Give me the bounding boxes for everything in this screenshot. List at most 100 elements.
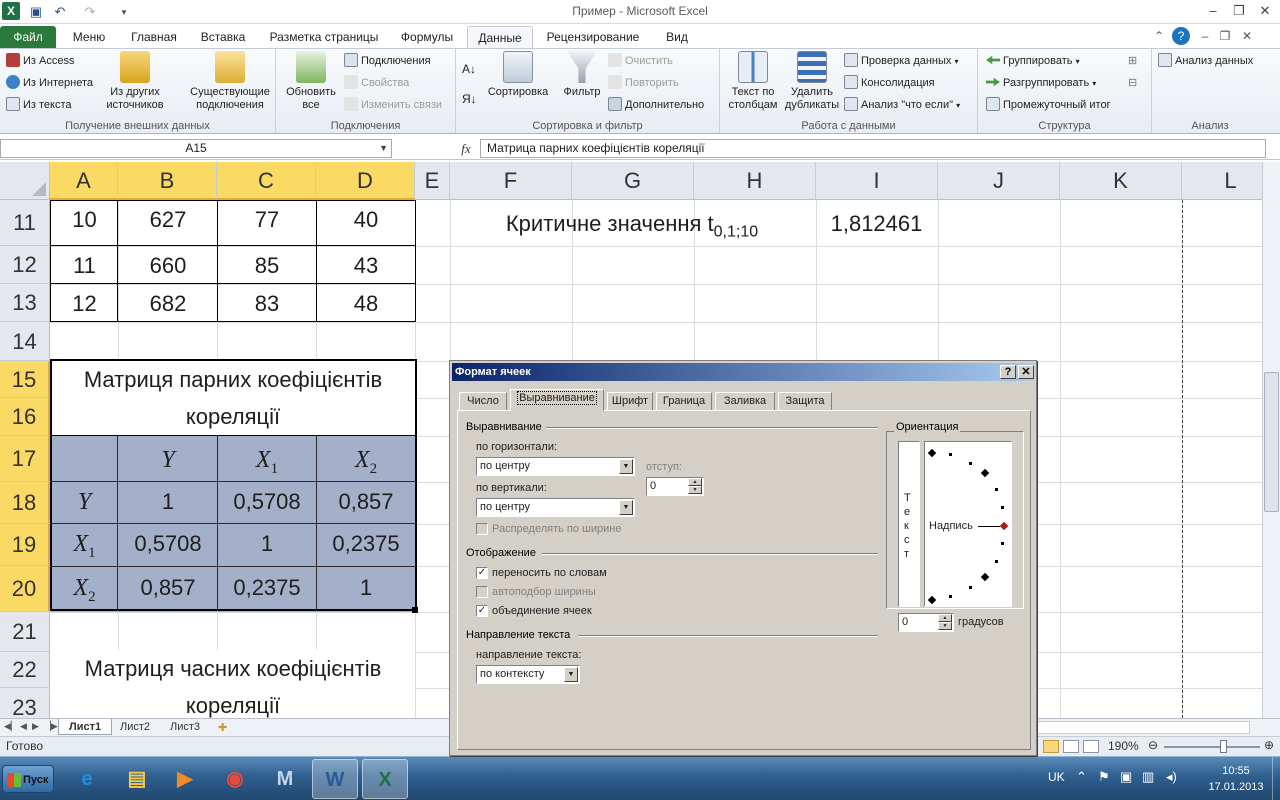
sheet-tab-list3[interactable]: Лист3: [160, 719, 210, 735]
normal-view-icon[interactable]: [1043, 740, 1059, 753]
cell-b13[interactable]: 682: [119, 284, 217, 324]
column-header[interactable]: C: [217, 162, 316, 200]
excel-icon[interactable]: X: [362, 759, 408, 799]
fill-handle[interactable]: [412, 607, 418, 613]
formula-input[interactable]: Матрица парних коефіцієнтів кореляції: [480, 139, 1266, 158]
tab-protection[interactable]: Защита: [778, 392, 832, 411]
matrix-cell[interactable]: 1: [119, 482, 217, 522]
cell-d11[interactable]: 40: [317, 200, 415, 240]
ribbon-collapse-icon[interactable]: ⌃: [1150, 27, 1168, 45]
row-header[interactable]: 12: [0, 246, 50, 284]
spin-down-icon[interactable]: ▼: [938, 622, 952, 630]
hide-detail-icon[interactable]: ⊟: [1128, 73, 1137, 93]
ungroup-button[interactable]: Разгруппировать ▾: [986, 73, 1096, 93]
row-header[interactable]: 21: [0, 612, 50, 652]
distributed-checkbox[interactable]: [476, 523, 488, 535]
connections-button[interactable]: Подключения: [344, 51, 431, 71]
chevron-down-icon[interactable]: ▼: [379, 140, 388, 157]
row-header[interactable]: 13: [0, 284, 50, 322]
clock[interactable]: 10:55 17.01.2013: [1204, 763, 1268, 795]
cell-a22-merged[interactable]: Матриця часних коефіцієнтів кореляції: [51, 650, 415, 718]
matrix-row-label-x1[interactable]: X1: [51, 524, 118, 564]
word-icon[interactable]: W: [312, 759, 358, 799]
horizontal-scrollbar[interactable]: [1036, 721, 1250, 734]
column-header[interactable]: I: [816, 162, 938, 200]
refresh-all-button[interactable]: Обновить все: [280, 51, 342, 112]
column-header[interactable]: H: [694, 162, 816, 200]
prev-sheet-icon[interactable]: ◀: [20, 721, 27, 732]
column-header[interactable]: E: [415, 162, 450, 200]
tab-page-layout[interactable]: Разметка страницы: [262, 26, 386, 48]
column-header[interactable]: B: [118, 162, 217, 200]
start-button[interactable]: Пуск: [2, 765, 54, 793]
wb-restore-icon[interactable]: ❐: [1216, 27, 1234, 45]
restore-button[interactable]: ❐: [1226, 0, 1252, 22]
edit-links-button[interactable]: Изменить связи: [344, 95, 442, 115]
cell-c12[interactable]: 85: [218, 246, 316, 286]
reapply-button[interactable]: Повторить: [608, 73, 679, 93]
show-detail-icon[interactable]: ⊞: [1128, 51, 1137, 71]
row-header[interactable]: 20: [0, 566, 50, 612]
column-header[interactable]: F: [450, 162, 572, 200]
volume-icon[interactable]: ◂): [1166, 769, 1177, 785]
cell-a15-merged[interactable]: Матриця парних коефіцієнтів кореляції: [51, 361, 415, 435]
other-sources-button[interactable]: Из других источников: [102, 51, 168, 112]
tab-data[interactable]: Данные: [467, 26, 533, 48]
zoom-level[interactable]: 190%: [1108, 739, 1139, 753]
cell-d12[interactable]: 43: [317, 246, 415, 286]
row-header[interactable]: 22: [0, 652, 50, 688]
minimize-button[interactable]: –: [1200, 0, 1226, 22]
first-sheet-icon[interactable]: ◀▏: [4, 721, 18, 732]
column-header[interactable]: D: [316, 162, 415, 200]
row-header[interactable]: 16: [0, 398, 50, 436]
tab-font[interactable]: Шрифт: [607, 392, 653, 411]
zoom-out-icon[interactable]: ⊖: [1148, 738, 1158, 752]
spin-down-icon[interactable]: ▼: [688, 486, 702, 494]
help-icon[interactable]: ?: [1172, 27, 1190, 45]
tab-alignment[interactable]: Выравнивание: [510, 389, 604, 411]
existing-connections-button[interactable]: Существующие подключения: [186, 51, 274, 112]
cell-c13[interactable]: 83: [218, 284, 316, 324]
cell-b11[interactable]: 627: [119, 200, 217, 240]
tray-expand-icon[interactable]: ⌃: [1076, 769, 1087, 785]
matrix-cell[interactable]: 0,5708: [218, 482, 316, 522]
group-button[interactable]: Группировать ▾: [986, 51, 1080, 71]
scroll-thumb[interactable]: [1264, 372, 1279, 512]
matrix-header-x1[interactable]: X1: [218, 440, 316, 480]
sort-za-button[interactable]: Я↓: [462, 89, 477, 109]
subtotal-button[interactable]: Промежуточный итог: [986, 95, 1111, 115]
matrix-row-label-x2[interactable]: X2: [51, 568, 118, 608]
dialog-close-button[interactable]: ✕: [1018, 365, 1034, 379]
horizontal-select[interactable]: по центру ▼: [476, 457, 635, 476]
tab-border[interactable]: Граница: [656, 392, 712, 411]
indent-spinner[interactable]: 0 ▲ ▼: [646, 477, 704, 496]
network-icon[interactable]: ▥: [1142, 769, 1154, 785]
row-header[interactable]: 18: [0, 482, 50, 524]
tray-app-icon[interactable]: ⚑: [1098, 769, 1110, 785]
chrome-icon[interactable]: ◉: [212, 759, 258, 799]
zoom-thumb[interactable]: [1220, 740, 1227, 753]
chevron-down-icon[interactable]: ▼: [564, 667, 578, 682]
chevron-down-icon[interactable]: ▼: [619, 459, 633, 474]
vertical-text-button[interactable]: Т е к с т: [898, 441, 920, 607]
cell-c11[interactable]: 77: [218, 200, 316, 240]
text-to-columns-button[interactable]: Текст по столбцам: [724, 51, 782, 112]
row-header[interactable]: 19: [0, 524, 50, 566]
sort-az-button[interactable]: А↓: [462, 59, 476, 79]
tab-file[interactable]: Файл: [0, 26, 56, 48]
matrix-cell[interactable]: 0,857: [119, 568, 217, 608]
ie-icon[interactable]: e: [64, 759, 110, 799]
m-app-icon[interactable]: M: [262, 759, 308, 799]
select-all-corner[interactable]: [0, 162, 50, 200]
cell-b12[interactable]: 660: [119, 246, 217, 286]
page-layout-view-icon[interactable]: [1063, 740, 1079, 753]
vertical-select[interactable]: по центру ▼: [476, 498, 635, 517]
clear-button[interactable]: Очистить: [608, 51, 673, 71]
from-text-button[interactable]: Из текста: [6, 95, 72, 115]
properties-button[interactable]: Свойства: [344, 73, 409, 93]
merge-cells-checkbox[interactable]: ✓: [476, 605, 488, 617]
wb-minimize-icon[interactable]: –: [1196, 27, 1214, 45]
tab-insert[interactable]: Вставка: [192, 26, 254, 48]
matrix-row-label-y[interactable]: Y: [51, 482, 118, 522]
tab-menu[interactable]: Меню: [62, 26, 116, 48]
